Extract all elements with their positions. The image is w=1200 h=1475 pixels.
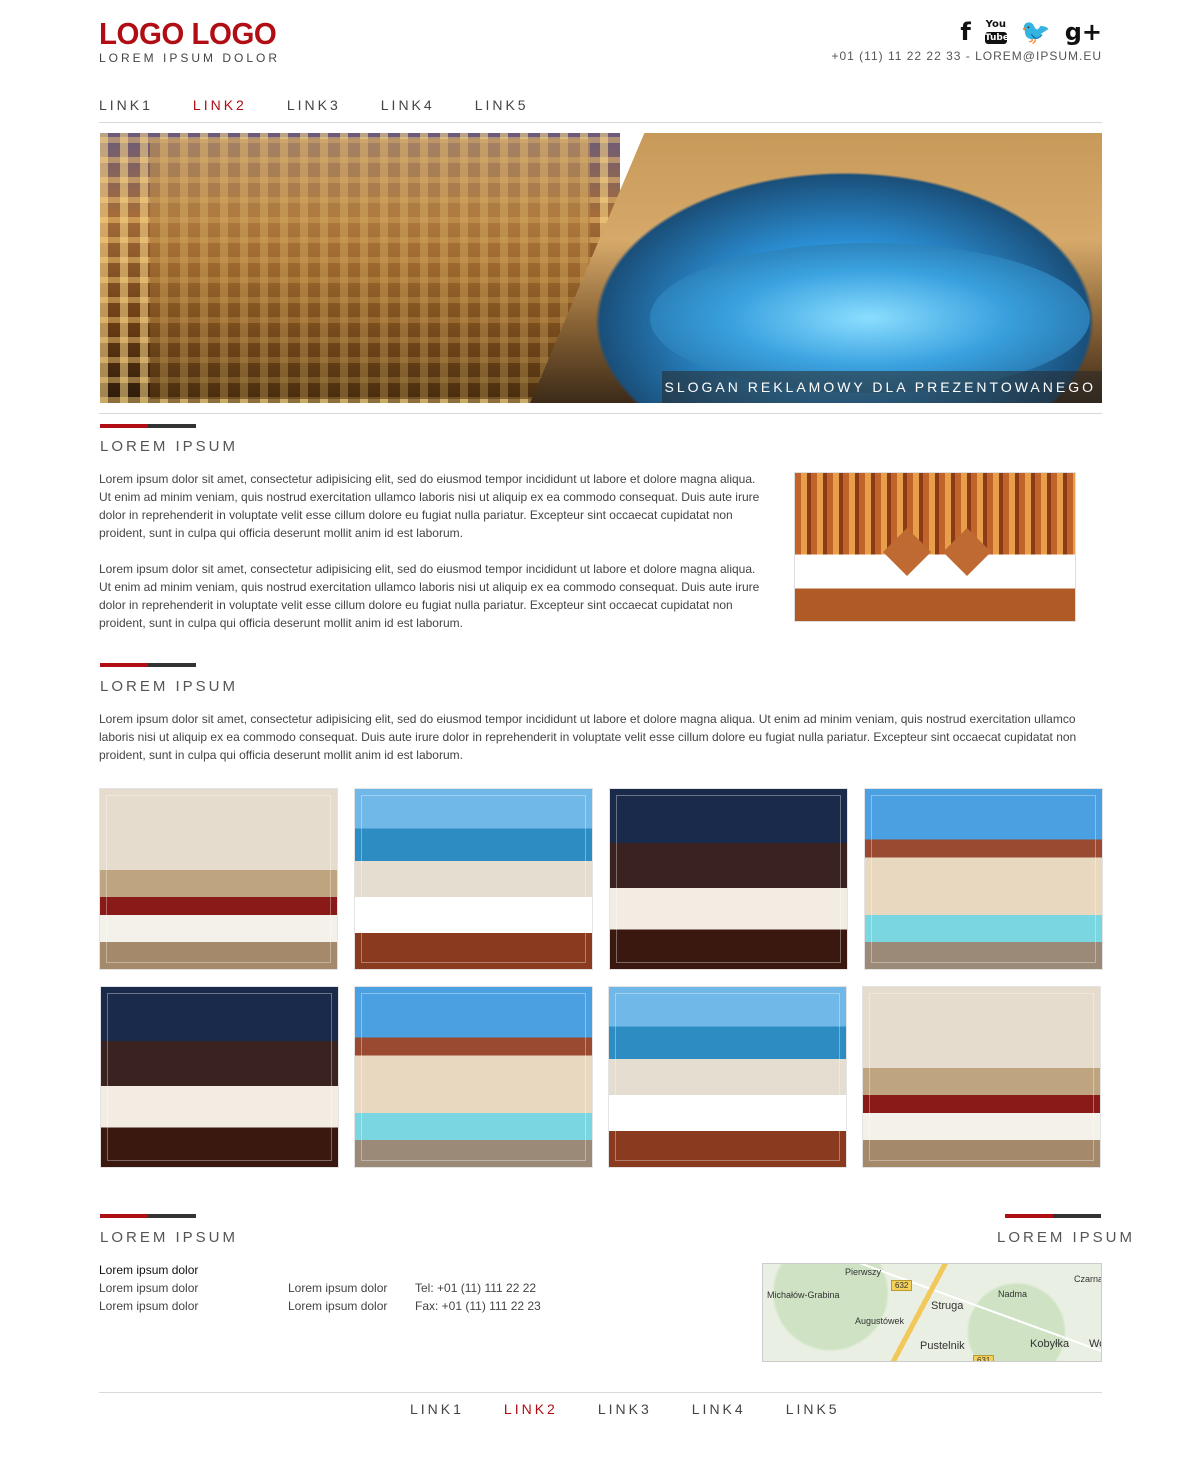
gallery-thumb-5[interactable] (100, 986, 339, 1168)
footer-link-1[interactable]: LINK1 (410, 1401, 464, 1417)
map-label: Nadma (998, 1289, 1028, 1299)
youtube-icon-top: You (985, 19, 1006, 30)
map-label: Pustelnik (920, 1340, 965, 1352)
nav-link-1[interactable]: LINK1 (99, 97, 153, 113)
youtube-icon-bottom: Tube (984, 32, 1009, 44)
hero-slogan: SLOGAN REKLAMOWY DLA PREZENTOWANEGO HOTE… (662, 371, 1102, 403)
footer-link-3[interactable]: LINK3 (598, 1401, 652, 1417)
main-nav: LINK1 LINK2 LINK3 LINK4 LINK5 (99, 97, 569, 113)
footer-col2-line1: Lorem ipsum dolor (288, 1281, 388, 1295)
map-label: Struga (931, 1300, 964, 1312)
footer-right-title: LOREM IPSUM (997, 1229, 1136, 1246)
tagline: LOREM IPSUM DOLOR (99, 51, 281, 65)
map-label: Czarna (1074, 1274, 1102, 1284)
map-road-shield: 631 (973, 1355, 995, 1361)
footer-divider (99, 1392, 1102, 1393)
social-links: f You Tube 🐦 g+ (960, 18, 1102, 46)
youtube-icon[interactable]: You Tube (984, 19, 1009, 44)
gallery-thumb-6[interactable] (354, 986, 593, 1168)
footer-phone: Tel: +01 (11) 111 22 22 (415, 1281, 537, 1295)
section2-title: LOREM IPSUM (100, 678, 239, 695)
footer-fax: Fax: +01 (11) 111 22 23 (415, 1299, 541, 1313)
google-plus-icon[interactable]: g+ (1065, 18, 1102, 46)
gallery-thumb-3[interactable] (609, 788, 848, 970)
hero-hotel-image (100, 133, 620, 403)
facebook-icon[interactable]: f (960, 18, 970, 46)
map-label: Wo (1089, 1338, 1101, 1350)
nav-link-3[interactable]: LINK3 (287, 97, 341, 113)
section1-title: LOREM IPSUM (100, 438, 239, 455)
map-label: Kobyłka (1030, 1338, 1070, 1350)
footer-nav: LINK1 LINK2 LINK3 LINK4 LINK5 (410, 1401, 880, 1417)
section1-paragraph-2: Lorem ipsum dolor sit amet, consectetur … (99, 562, 760, 630)
gallery-thumb-8[interactable] (862, 986, 1101, 1168)
footer-link-2[interactable]: LINK2 (504, 1401, 558, 1417)
bedroom-image (794, 472, 1076, 622)
gallery-thumb-7[interactable] (608, 986, 847, 1168)
footer-col2-line2: Lorem ipsum dolor (288, 1299, 388, 1313)
section-accent-bar (1005, 1214, 1101, 1218)
map-label: Augustówek (855, 1316, 905, 1326)
footer-col1-line3: Lorem ipsum dolor (99, 1299, 199, 1313)
footer-col1-line1: Lorem ipsum dolor (99, 1263, 199, 1277)
gallery-thumb-4[interactable] (864, 788, 1103, 970)
footer-left-title: LOREM IPSUM (100, 1229, 239, 1246)
location-map[interactable]: Pierwszy Michałów-Grabina Augustówek Str… (762, 1263, 1102, 1362)
footer-link-5[interactable]: LINK5 (786, 1401, 840, 1417)
nav-link-5[interactable]: LINK5 (475, 97, 529, 113)
map-label: Michałów-Grabina (767, 1290, 840, 1300)
hero-divider (99, 413, 1102, 414)
section1-paragraph-1: Lorem ipsum dolor sit amet, consectetur … (99, 472, 760, 540)
footer-link-4[interactable]: LINK4 (692, 1401, 746, 1417)
nav-divider (99, 122, 1102, 123)
nav-link-4[interactable]: LINK4 (381, 97, 435, 113)
gallery-thumb-1[interactable] (99, 788, 338, 970)
section2-paragraph: Lorem ipsum dolor sit amet, consectetur … (99, 712, 1077, 762)
hero-banner: SLOGAN REKLAMOWY DLA PREZENTOWANEGO HOTE… (100, 133, 1102, 403)
logo[interactable]: LOGO LOGO (99, 16, 277, 52)
twitter-icon[interactable]: 🐦 (1021, 18, 1051, 46)
nav-link-2[interactable]: LINK2 (193, 97, 247, 113)
map-label: Pierwszy (845, 1267, 882, 1277)
section-accent-bar (100, 1214, 196, 1218)
contact-info: +01 (11) 11 22 22 33 - LOREM@IPSUM.EU (831, 49, 1102, 63)
gallery-thumb-2[interactable] (354, 788, 593, 970)
footer-col1-line2: Lorem ipsum dolor (99, 1281, 199, 1295)
section-accent-bar (100, 663, 196, 667)
section-accent-bar (100, 424, 196, 428)
map-road-shield: 632 (891, 1280, 913, 1291)
